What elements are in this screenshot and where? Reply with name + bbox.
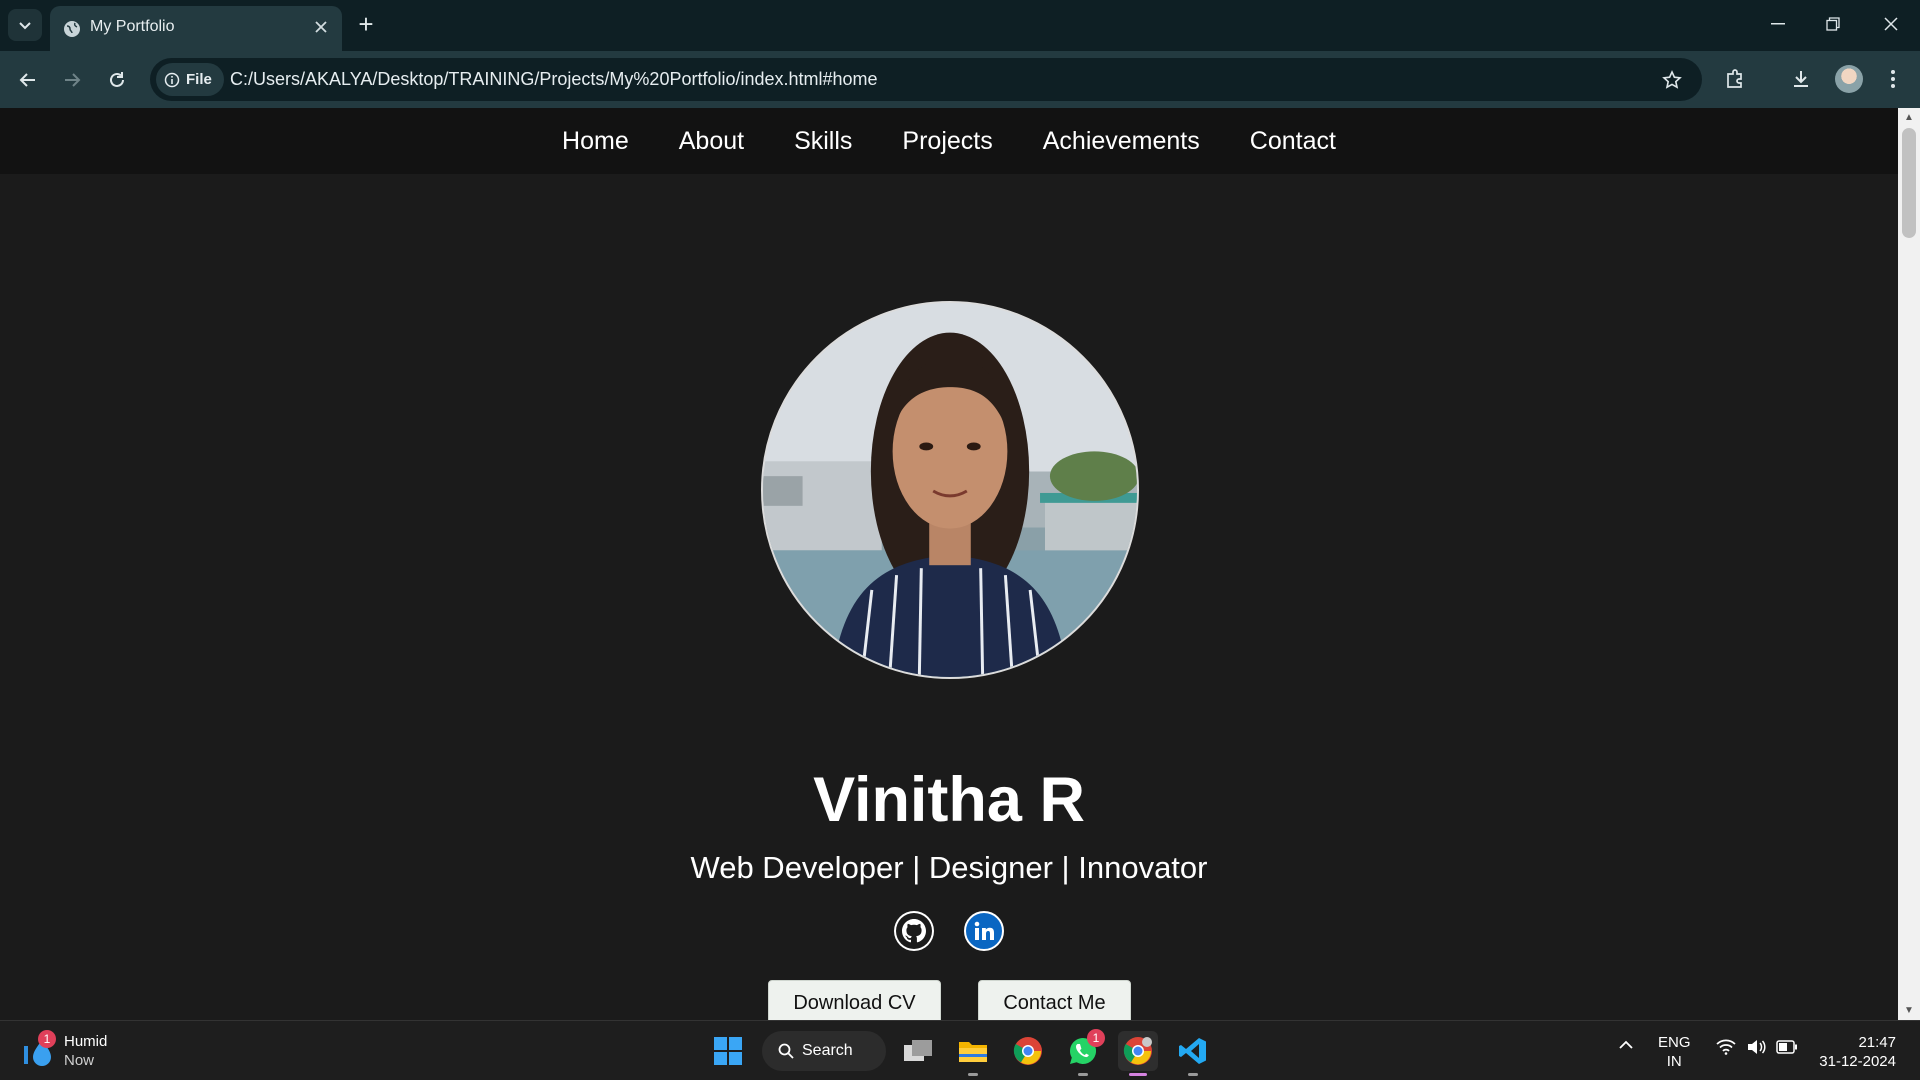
- nav-about[interactable]: About: [679, 127, 744, 156]
- back-button[interactable]: [12, 64, 44, 96]
- forward-button[interactable]: [56, 64, 88, 96]
- nav-contact[interactable]: Contact: [1250, 127, 1336, 156]
- chrome-icon: [1013, 1037, 1042, 1065]
- task-view-button[interactable]: [898, 1031, 938, 1071]
- url-text[interactable]: C:/Users/AKALYA/Desktop/TRAINING/Project…: [230, 69, 878, 90]
- folder-icon: [959, 1042, 987, 1062]
- lang-line1: ENG: [1658, 1034, 1691, 1051]
- tab-title: My Portfolio: [90, 18, 175, 35]
- weather-title: Humid: [64, 1033, 108, 1050]
- task-view-icon: [904, 1040, 932, 1061]
- browser-tab-strip: My Portfolio +: [0, 0, 1920, 51]
- arrow-right-icon: [65, 73, 81, 87]
- whatsapp-badge: 1: [1087, 1029, 1105, 1047]
- hero-tagline: Web Developer | Designer | Innovator: [690, 850, 1208, 885]
- profile-avatar-icon[interactable]: [1835, 65, 1863, 93]
- download-icon[interactable]: [1784, 62, 1818, 96]
- battery-icon[interactable]: [1776, 1040, 1798, 1054]
- bookmark-star-icon[interactable]: [1658, 66, 1686, 94]
- extensions-puzzle-icon[interactable]: [1718, 62, 1752, 96]
- close-window-button[interactable]: [1871, 8, 1911, 40]
- page-scrollbar[interactable]: ▲ ▼: [1898, 108, 1920, 1020]
- site-chip-label: File: [186, 71, 212, 88]
- vscode-icon: [1179, 1038, 1206, 1064]
- language-indicator[interactable]: ENG IN: [1658, 1033, 1691, 1071]
- wifi-icon[interactable]: [1716, 1039, 1736, 1055]
- web-page: Home About Skills Projects Achievements …: [0, 108, 1898, 1020]
- reload-button[interactable]: [101, 64, 133, 96]
- profile-photo: [761, 301, 1139, 679]
- vscode-button[interactable]: [1173, 1031, 1213, 1076]
- address-bar[interactable]: File C:/Users/AKALYA/Desktop/TRAINING/Pr…: [150, 58, 1702, 101]
- hero-section: Vinitha R Web Developer | Designer | Inn…: [0, 174, 1898, 1020]
- clock-date: 31-12-2024: [1819, 1053, 1896, 1070]
- scroll-down-arrow-icon[interactable]: ▼: [1904, 1005, 1914, 1016]
- volume-icon[interactable]: [1746, 1039, 1766, 1055]
- weather-widget[interactable]: 1 Humid Now: [22, 1029, 107, 1073]
- file-explorer-button[interactable]: [953, 1031, 993, 1076]
- taskbar-search[interactable]: Search: [762, 1031, 886, 1071]
- system-clock[interactable]: 21:47 31-12-2024: [1812, 1033, 1896, 1071]
- restore-button[interactable]: [1813, 8, 1853, 40]
- nav-achievements[interactable]: Achievements: [1043, 127, 1200, 156]
- reload-icon: [110, 72, 124, 87]
- weather-badge: 1: [38, 1030, 56, 1048]
- chevron-down-icon: [19, 22, 31, 30]
- chrome-icon: [1123, 1037, 1152, 1065]
- windows-taskbar: 1 Humid Now Search 1 ENG IN 21:47 31-12-…: [0, 1020, 1920, 1080]
- globe-icon: [62, 19, 82, 39]
- whatsapp-button[interactable]: 1: [1063, 1029, 1105, 1076]
- contact-me-button[interactable]: Contact Me: [978, 980, 1131, 1020]
- weather-subtitle: Now: [64, 1052, 95, 1069]
- chrome-button[interactable]: [1008, 1031, 1048, 1071]
- humidity-drop-icon: 1: [22, 1030, 56, 1068]
- chrome-profile-button[interactable]: [1118, 1031, 1158, 1076]
- search-label: Search: [802, 1042, 853, 1059]
- browser-tab-active[interactable]: My Portfolio: [50, 6, 342, 51]
- linkedin-link[interactable]: [964, 911, 1004, 951]
- minimize-button[interactable]: [1758, 8, 1798, 40]
- nav-home[interactable]: Home: [562, 127, 629, 156]
- restore-icon: [1826, 17, 1840, 31]
- browser-toolbar: File C:/Users/AKALYA/Desktop/TRAINING/Pr…: [0, 51, 1920, 108]
- windows-logo-icon: [714, 1037, 742, 1065]
- new-tab-button[interactable]: +: [352, 10, 380, 38]
- lang-line2: IN: [1666, 1053, 1682, 1070]
- more-menu-icon[interactable]: [1876, 62, 1910, 96]
- search-icon: [778, 1043, 794, 1059]
- nav-skills[interactable]: Skills: [794, 127, 852, 156]
- hero-name: Vinitha R: [813, 765, 1085, 835]
- close-icon: [1884, 17, 1898, 31]
- close-tab-icon[interactable]: [310, 16, 332, 38]
- show-hidden-icons-chevron-up-icon[interactable]: [1618, 1037, 1634, 1053]
- minimize-icon: [1771, 23, 1785, 25]
- site-navbar: Home About Skills Projects Achievements …: [0, 108, 1898, 174]
- github-icon: [896, 913, 932, 949]
- github-link[interactable]: [894, 911, 934, 951]
- windows-start-button[interactable]: [708, 1031, 748, 1071]
- clock-time: 21:47: [1858, 1034, 1896, 1051]
- info-icon: [164, 72, 180, 87]
- arrow-left-icon: [19, 73, 35, 87]
- nav-projects[interactable]: Projects: [902, 127, 992, 156]
- download-cv-button[interactable]: Download CV: [768, 980, 941, 1020]
- tab-search-dropdown-button[interactable]: [8, 9, 42, 41]
- linkedin-icon: [974, 921, 994, 940]
- scrollbar-thumb[interactable]: [1902, 128, 1916, 238]
- scroll-up-arrow-icon[interactable]: ▲: [1904, 112, 1914, 123]
- site-info-chip[interactable]: File: [156, 63, 224, 96]
